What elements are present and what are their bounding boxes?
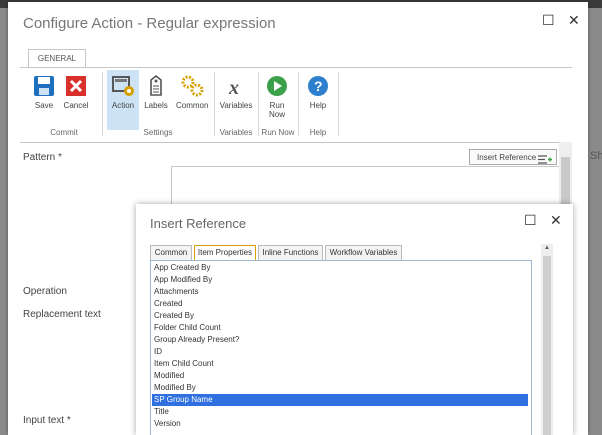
run-now-label: Run Now (268, 101, 285, 119)
pattern-label: Pattern * (23, 152, 62, 163)
tab-common[interactable]: Common (150, 245, 192, 261)
common-icon (180, 74, 204, 98)
list-item[interactable]: Item Child Count (152, 358, 528, 370)
insert-reference-scrollbar-thumb[interactable] (543, 256, 551, 435)
insert-reference-dialog: Insert Reference ☐ ✕ Common Item Propert… (136, 204, 573, 435)
background-text: Sha (590, 150, 602, 162)
insert-reference-button[interactable]: Insert Reference (469, 149, 557, 165)
list-item[interactable]: Modified By (152, 382, 528, 394)
group-commit: Commit (50, 128, 78, 137)
list-item[interactable]: Group Already Present? (152, 334, 528, 346)
operation-label: Operation (23, 286, 67, 297)
svg-text:x: x (228, 77, 239, 98)
list-item[interactable]: Modified (152, 370, 528, 382)
list-item[interactable]: Version (152, 418, 528, 430)
dialog-title: Configure Action - Regular expression (23, 15, 276, 32)
run-now-button[interactable]: Run Now (261, 74, 293, 119)
tab-inline-functions[interactable]: Inline Functions (258, 245, 323, 261)
variables-label: Variables (219, 101, 253, 110)
separator (214, 72, 215, 136)
labels-label: Labels (144, 101, 168, 110)
separator (298, 72, 299, 136)
common-label: Common (176, 101, 209, 110)
cancel-icon (64, 74, 88, 98)
cancel-label: Cancel (63, 101, 89, 110)
help-label: Help (309, 101, 327, 110)
tab-workflow-variables[interactable]: Workflow Variables (325, 245, 402, 261)
close-button[interactable]: ✕ (568, 12, 580, 29)
replacement-text-label: Replacement text (23, 309, 101, 320)
ribbon: GENERAL Save Cancel Commit Action Labels… (20, 49, 572, 143)
list-item[interactable]: Attachments (152, 286, 528, 298)
action-button[interactable]: Action (107, 70, 139, 130)
group-variables: Variables (219, 128, 253, 137)
help-icon: ? (306, 74, 330, 98)
common-button[interactable]: Common (176, 74, 208, 110)
input-text-label: Input text * (23, 415, 71, 426)
scroll-up-icon[interactable]: ▲ (544, 245, 550, 251)
separator (258, 72, 259, 136)
save-label: Save (34, 101, 54, 110)
group-settings: Settings (143, 128, 173, 137)
list-item[interactable]: App Created By (152, 262, 528, 274)
variables-button[interactable]: x Variables (219, 74, 253, 110)
ribbon-body: Save Cancel Commit Action Labels Common … (20, 67, 572, 143)
tab-general[interactable]: GENERAL (28, 49, 86, 68)
save-icon (32, 74, 56, 98)
action-icon (111, 74, 135, 98)
list-item[interactable]: Folder Child Count (152, 322, 528, 334)
maximize-button[interactable]: ☐ (542, 12, 555, 29)
list-item[interactable]: Title (152, 406, 528, 418)
insert-reference-maximize-button[interactable]: ☐ (524, 212, 537, 229)
run-now-icon (265, 74, 289, 98)
labels-button[interactable]: Labels (140, 74, 172, 110)
separator (102, 72, 103, 136)
list-item[interactable]: Created (152, 298, 528, 310)
insert-reference-close-button[interactable]: ✕ (550, 212, 562, 229)
list-item-selected[interactable]: SP Group Name (152, 394, 528, 406)
svg-text:?: ? (314, 78, 323, 94)
save-button[interactable]: Save (28, 74, 60, 110)
list-item[interactable]: Created By (152, 310, 528, 322)
help-button[interactable]: ? Help (302, 74, 334, 110)
cancel-button[interactable]: Cancel (60, 74, 92, 110)
labels-icon (144, 74, 168, 98)
pattern-input[interactable] (171, 166, 561, 208)
insert-reference-title: Insert Reference (150, 216, 247, 231)
list-item[interactable]: App Modified By (152, 274, 528, 286)
group-run-now: Run Now (261, 128, 295, 137)
separator (338, 72, 339, 136)
action-label: Action (111, 101, 135, 110)
list-item[interactable]: ID (152, 346, 528, 358)
item-properties-list[interactable]: App Created By App Modified By Attachmen… (150, 260, 532, 435)
variables-icon: x (224, 74, 248, 99)
group-help: Help (309, 128, 327, 137)
